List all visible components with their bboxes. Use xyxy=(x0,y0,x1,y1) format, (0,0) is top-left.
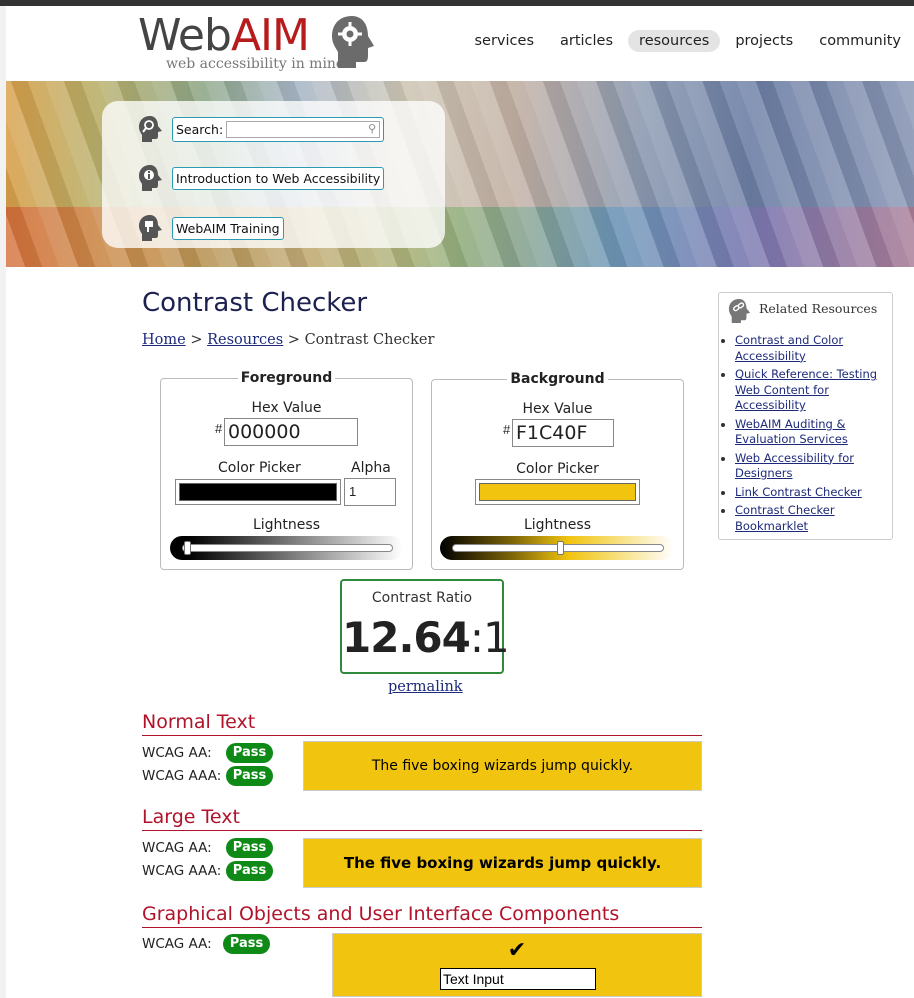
contrast-ratio-value: 12.64:1 xyxy=(342,613,510,662)
bg-hex-input[interactable]: F1C40F xyxy=(512,419,614,447)
training-link[interactable]: WebAIM Training xyxy=(172,216,284,240)
nav-projects[interactable]: projects xyxy=(724,30,804,52)
nav-services[interactable]: services xyxy=(464,30,546,52)
background-legend: Background xyxy=(510,371,605,387)
logo-wordmark: WebAIM xyxy=(138,10,310,61)
contrast-ratio-suffix: :1 xyxy=(469,613,510,662)
normal-aaa-label: WCAG AAA: xyxy=(142,768,222,784)
bg-color-picker-label: Color Picker xyxy=(516,461,599,477)
graphical-objects-heading: Graphical Objects and User Interface Com… xyxy=(142,903,702,928)
bg-lightness-slider[interactable] xyxy=(440,536,674,560)
normal-text-sample: The five boxing wizards jump quickly. xyxy=(303,741,702,791)
normal-aa-pass-badge: Pass xyxy=(226,743,273,763)
sample-text-input[interactable]: Text Input xyxy=(440,968,596,990)
training-row: WebAIM Training xyxy=(138,214,284,242)
search-input[interactable]: ⚲ xyxy=(226,120,381,138)
large-aaa-label: WCAG AAA: xyxy=(142,863,222,879)
related-link-auditing[interactable]: WebAIM Auditing & Evaluation Services xyxy=(735,417,848,447)
breadcrumb-separator: > xyxy=(190,332,203,348)
nav-articles[interactable]: articles xyxy=(549,30,624,52)
training-head-icon xyxy=(139,215,162,241)
intro-row: Introduction to Web Accessibility xyxy=(138,164,385,192)
logo-tagline: web accessibility in mind xyxy=(166,56,345,72)
search-label: Search: xyxy=(176,121,224,137)
large-aa-label: WCAG AA: xyxy=(142,840,212,856)
list-item: Contrast and Color Accessibility xyxy=(735,333,893,364)
fg-lightness-thumb[interactable] xyxy=(184,541,191,555)
bg-swatch-fill xyxy=(479,483,636,501)
permalink[interactable]: permalink xyxy=(388,679,463,695)
graphical-aa-label: WCAG AA: xyxy=(142,936,212,952)
breadcrumb-current: Contrast Checker xyxy=(304,332,435,348)
fg-color-picker-label: Color Picker xyxy=(218,460,301,476)
fg-swatch-fill xyxy=(179,483,337,501)
fg-alpha-label: Alpha xyxy=(351,460,391,476)
list-item: Link Contrast Checker xyxy=(735,485,893,501)
intro-link[interactable]: Introduction to Web Accessibility xyxy=(172,166,385,190)
contrast-ratio-number: 12.64 xyxy=(342,613,471,662)
fg-alpha-input[interactable]: 1 xyxy=(344,478,396,506)
fg-hash: # xyxy=(215,421,223,436)
fg-hex-label: Hex Value xyxy=(251,400,322,416)
related-link-bookmarklet[interactable]: Contrast Checker Bookmarklet xyxy=(735,503,835,533)
fg-color-picker[interactable] xyxy=(175,479,341,505)
webaim-logo[interactable]: WebAIM web accessibility in mind xyxy=(138,12,378,74)
breadcrumb-separator: > xyxy=(287,332,300,348)
fg-lightness-label: Lightness xyxy=(252,517,320,533)
contrast-ratio-box: Contrast Ratio 12.64:1 xyxy=(340,579,510,674)
graphical-aa-pass-badge: Pass xyxy=(223,934,270,954)
large-text-heading: Large Text xyxy=(142,806,702,831)
normal-text-heading: Normal Text xyxy=(142,711,702,736)
list-item: Quick Reference: Testing Web Content for… xyxy=(735,367,893,414)
info-head-icon xyxy=(139,165,162,191)
related-resources-list: Contrast and Color Accessibility Quick R… xyxy=(719,333,893,537)
search-icon[interactable]: ⚲ xyxy=(368,122,376,135)
list-item: Web Accessibility for Designers xyxy=(735,451,893,482)
fg-lightness-slider[interactable] xyxy=(170,536,403,560)
related-resources-heading: Related Resources xyxy=(759,301,878,316)
normal-aa-label: WCAG AA: xyxy=(142,745,212,761)
related-link-contrast-color[interactable]: Contrast and Color Accessibility xyxy=(735,333,843,363)
breadcrumb-resources-link[interactable]: Resources xyxy=(207,332,283,348)
bg-color-picker[interactable] xyxy=(475,479,640,505)
breadcrumb: Home > Resources > Contrast Checker xyxy=(142,332,434,348)
large-aa-pass-badge: Pass xyxy=(226,838,273,858)
list-item: Contrast Checker Bookmarklet xyxy=(735,503,893,534)
large-text-sample: The five boxing wizards jump quickly. xyxy=(303,838,702,888)
large-aaa-pass-badge: Pass xyxy=(226,861,273,881)
search-box: Search: ⚲ xyxy=(172,116,385,142)
quick-links-panel: Search: ⚲ Introduction to Web Accessibil… xyxy=(102,101,445,248)
fg-hex-input[interactable]: 000000 xyxy=(224,418,358,446)
link-head-icon xyxy=(728,299,751,323)
page-title: Contrast Checker xyxy=(142,288,368,318)
breadcrumb-home-link[interactable]: Home xyxy=(142,332,186,348)
bg-lightness-label: Lightness xyxy=(523,517,591,533)
bg-hex-label: Hex Value xyxy=(522,401,593,417)
bg-lightness-thumb[interactable] xyxy=(556,541,564,555)
graphical-sample: ✔ Text Input xyxy=(332,933,702,997)
nav-community[interactable]: community xyxy=(808,30,912,52)
related-resources: Related Resources Contrast and Color Acc… xyxy=(718,292,893,540)
related-link-designers[interactable]: Web Accessibility for Designers xyxy=(735,451,854,481)
search-head-icon xyxy=(139,116,162,142)
bg-hash: # xyxy=(503,422,511,437)
list-item: WebAIM Auditing & Evaluation Services xyxy=(735,417,893,448)
related-link-link-contrast[interactable]: Link Contrast Checker xyxy=(735,485,862,499)
foreground-legend: Foreground xyxy=(240,370,333,386)
top-bar xyxy=(0,0,914,6)
main-nav: services articles resources projects com… xyxy=(464,30,913,52)
contrast-ratio-label: Contrast Ratio xyxy=(371,590,473,606)
search-row: Search: ⚲ xyxy=(138,115,385,143)
normal-aaa-pass-badge: Pass xyxy=(226,766,273,786)
related-link-quick-reference[interactable]: Quick Reference: Testing Web Content for… xyxy=(735,367,877,412)
head-gear-icon xyxy=(332,16,374,68)
nav-resources[interactable]: resources xyxy=(628,30,721,52)
checkmark-icon: ✔ xyxy=(507,938,527,963)
